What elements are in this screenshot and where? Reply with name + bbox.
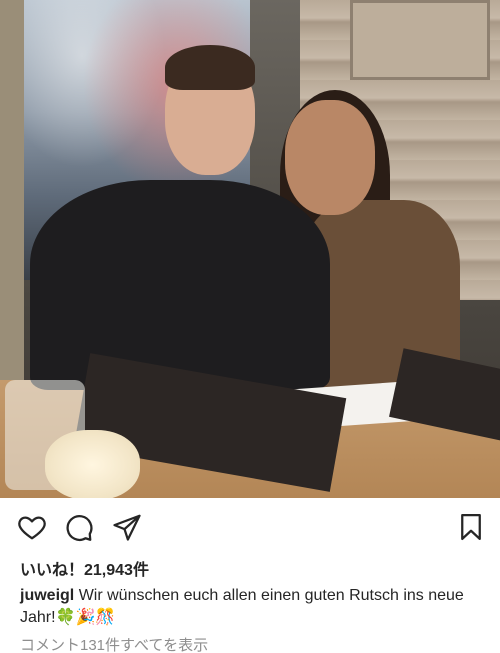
heart-icon [18,516,46,540]
view-all-comments-link[interactable]: コメント131件すべてを表示 [20,634,208,653]
photo-person-left-body [30,180,330,390]
comment-bubble-icon [66,515,93,541]
likes-count[interactable]: いいね！21,943件 [20,556,149,580]
paper-plane-icon [113,514,141,541]
like-button[interactable] [15,510,49,544]
photo-candle [45,430,140,498]
photo-wood-panel [350,0,490,80]
photo-window-frame [0,0,24,400]
post-caption: juweigl Wir wünschen euch allen einen gu… [20,585,490,629]
caption-username[interactable]: juweigl [20,587,74,604]
post-photo[interactable] [0,0,500,498]
instagram-post: いいね！21,943件 juweigl Wir wünschen euch al… [0,0,500,653]
photo-person-right-face [285,100,375,215]
comment-button[interactable] [62,510,96,544]
action-bar [0,510,500,550]
save-button[interactable] [454,510,488,544]
photo-person-left-hair [165,45,255,90]
share-button[interactable] [110,510,144,544]
caption-text: Wir wünschen euch allen einen guten Ruts… [20,587,464,626]
bookmark-icon [461,514,481,540]
